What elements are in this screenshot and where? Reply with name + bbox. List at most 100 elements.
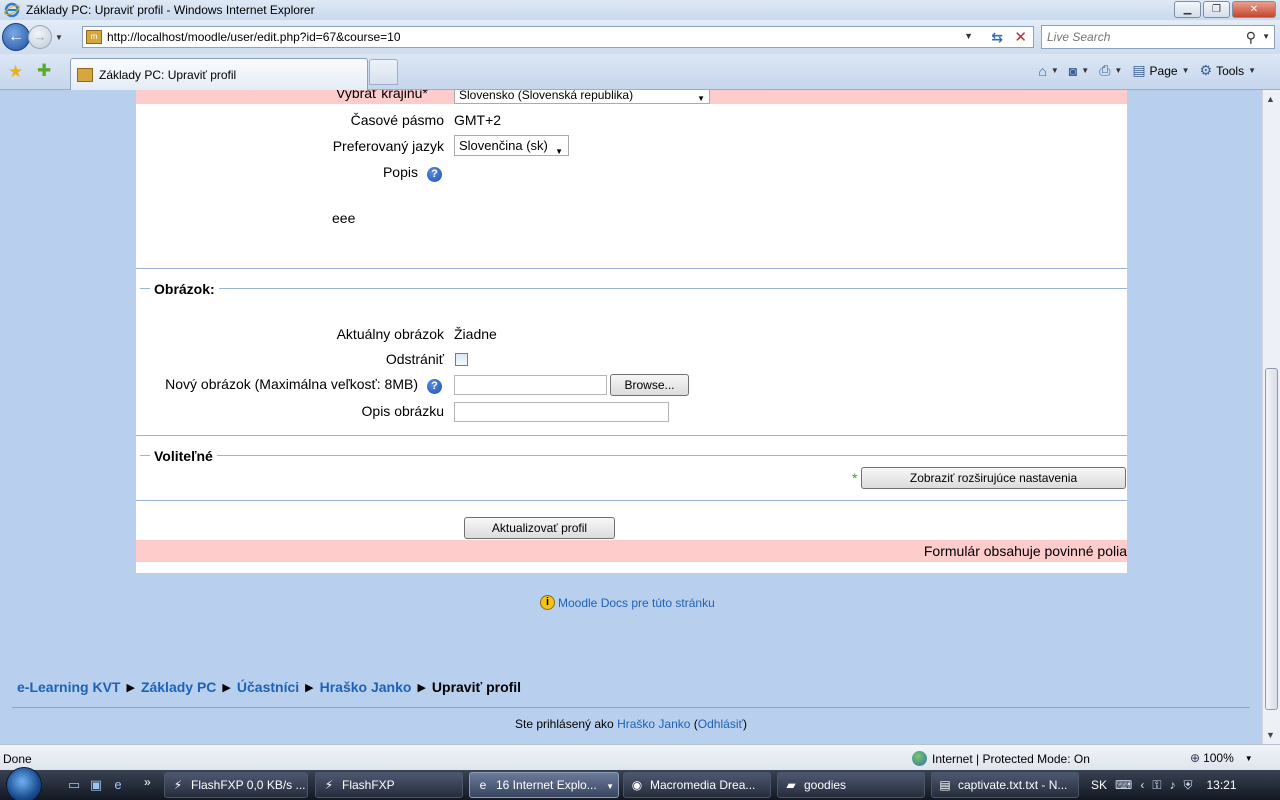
forward-button[interactable]: → — [28, 25, 52, 49]
current-picture-value: Žiadne — [454, 326, 497, 342]
tab-label: Základy PC: Upraviť profil — [99, 67, 237, 82]
maximize-button[interactable]: ❐ — [1203, 1, 1230, 18]
navigation-bar: ← → ▼ m ▼ ⇆ ✕ ⚲ ▼ — [0, 20, 1280, 54]
scroll-down-icon[interactable]: ▼ — [1266, 730, 1275, 740]
task-dreamweaver[interactable]: ◉ Macromedia Drea... — [623, 772, 771, 798]
task-flashfxp-transfer[interactable]: ⚡ FlashFXP 0,0 KB/s ... — [164, 772, 308, 798]
new-picture-file-input[interactable] — [454, 375, 607, 395]
input-language[interactable]: SK — [1091, 778, 1107, 792]
delete-picture-label: Odstrániť — [385, 351, 444, 367]
address-input[interactable] — [107, 30, 967, 44]
picture-fieldset-legend: Obrázok: — [150, 281, 219, 297]
logout-link[interactable]: Odhlásiť — [698, 717, 743, 731]
page-menu[interactable]: ▤ Page ▼ — [1132, 62, 1189, 79]
breadcrumb-item-course[interactable]: Základy PC — [141, 679, 216, 695]
gear-icon: ⚙ — [1199, 62, 1213, 78]
language-label: Preferovaný jazyk — [332, 138, 444, 154]
new-picture-label: Nový obrázok (Maximálna veľkosť: 8MB) — [165, 376, 418, 392]
printer-icon: ⎙ — [1099, 62, 1111, 78]
breadcrumb-item-site[interactable]: e-Learning KVT — [17, 679, 120, 695]
page-viewport: Vybrať krajinu* Slovensko (Slovenská rep… — [0, 90, 1262, 744]
search-input[interactable] — [1047, 30, 1237, 44]
search-icon[interactable]: ⚲ — [1246, 29, 1256, 46]
security-icon[interactable]: ⛨ — [1183, 778, 1192, 793]
print-button[interactable]: ⎙ ▼ — [1099, 62, 1122, 79]
keyboard-icon[interactable]: ⌨ — [1115, 778, 1132, 792]
zoom-control[interactable]: ⊕ 100% ▼ — [1190, 751, 1253, 765]
moodle-docs-link[interactable]: i Moodle Docs pre túto stránku — [540, 595, 715, 610]
window-titlebar: Základy PC: Upraviť profil - Windows Int… — [0, 0, 1280, 20]
home-dropdown-icon: ▼ — [1050, 66, 1059, 75]
tools-dropdown-icon: ▼ — [1248, 66, 1256, 75]
breadcrumb-item-participants[interactable]: Účastníci — [237, 679, 299, 695]
vertical-scrollbar[interactable]: ▲ ▼ — [1262, 90, 1280, 744]
switch-windows-icon[interactable]: ▣ — [88, 777, 104, 793]
show-desktop-icon[interactable]: ▭ — [66, 777, 82, 793]
recent-pages-dropdown[interactable]: ▼ — [55, 33, 63, 42]
volume-icon[interactable]: ♪ — [1169, 778, 1175, 792]
picture-description-label: Opis obrázku — [361, 403, 444, 419]
status-text: Done — [3, 752, 32, 766]
zoom-level: 100% — [1203, 751, 1234, 765]
stop-icon[interactable]: ✕ — [1014, 28, 1027, 46]
country-select[interactable]: Slovensko (Slovenská republika) ▼ — [454, 90, 710, 104]
help-icon[interactable]: ? — [427, 167, 442, 182]
close-button[interactable]: ✕ — [1232, 1, 1276, 18]
login-prefix: Ste prihlásený ako — [515, 717, 614, 731]
scroll-up-icon[interactable]: ▲ — [1266, 94, 1275, 104]
delete-picture-checkbox[interactable] — [455, 353, 468, 366]
internet-explorer-quicklaunch-icon[interactable]: e — [110, 777, 126, 793]
chevron-down-icon: ▼ — [555, 147, 563, 156]
breadcrumb-separator-icon: ▶ — [305, 681, 314, 694]
home-button[interactable]: ⌂ ▼ — [1038, 63, 1058, 79]
tools-menu[interactable]: ⚙ Tools ▼ — [1200, 62, 1257, 79]
new-tab-button[interactable] — [369, 59, 398, 85]
network-icon[interactable]: ⚿ — [1152, 778, 1161, 793]
section-divider — [136, 500, 1127, 501]
zoom-dropdown-icon: ▼ — [1244, 753, 1253, 763]
show-advanced-button[interactable]: Zobraziť rozširujúce nastavenia — [861, 467, 1126, 489]
task-goodies-folder[interactable]: ▰ goodies — [777, 772, 925, 798]
description-value: eee — [332, 210, 356, 226]
tab-current[interactable]: Základy PC: Upraviť profil — [70, 58, 368, 90]
task-internet-explorer[interactable]: e 16 Internet Explo... ▼ — [469, 772, 619, 798]
chevron-down-icon: ▼ — [697, 94, 705, 103]
search-box[interactable]: ⚲ ▼ — [1041, 25, 1275, 49]
favorites-star-icon[interactable]: ★ — [8, 62, 23, 82]
fieldset-border-top — [140, 455, 1127, 456]
fieldset-border-top — [140, 288, 1127, 289]
security-zone[interactable]: Internet | Protected Mode: On — [912, 751, 1090, 766]
notepad-icon: ▤ — [939, 778, 951, 792]
feeds-button[interactable]: ◙ ▼ — [1069, 63, 1089, 79]
minimize-button[interactable]: ▁ — [1174, 1, 1201, 18]
address-dropdown[interactable]: ▼ — [964, 31, 973, 41]
task-flashfxp[interactable]: ⚡ FlashFXP — [315, 772, 463, 798]
picture-description-input[interactable] — [454, 402, 669, 422]
system-clock[interactable]: 13:21 — [1207, 778, 1237, 792]
start-button[interactable] — [6, 767, 42, 800]
timezone-value: GMT+2 — [454, 112, 502, 128]
quicklaunch-more-icon[interactable]: » — [144, 775, 151, 789]
tray-expand-icon[interactable]: ‹ — [1140, 778, 1144, 792]
flashfxp-icon: ⚡ — [173, 778, 183, 792]
moodle-docs-text: Moodle Docs pre túto stránku — [558, 595, 715, 610]
flashfxp-icon: ⚡ — [324, 778, 334, 792]
browse-button[interactable]: Browse... — [610, 374, 689, 396]
logged-user-link[interactable]: Hraško Janko — [617, 717, 690, 731]
breadcrumb-item-user[interactable]: Hraško Janko — [320, 679, 412, 695]
refresh-icon[interactable]: ⇆ — [991, 29, 1003, 46]
address-bar[interactable]: m ▼ ⇆ ✕ — [82, 26, 1034, 48]
security-zone-text: Internet | Protected Mode: On — [932, 751, 1090, 766]
update-profile-button[interactable]: Aktualizovať profil — [464, 517, 615, 539]
task-notepad[interactable]: ▤ captivate.txt.txt - N... — [931, 772, 1079, 798]
add-favorites-icon[interactable]: ✚ — [37, 61, 51, 81]
internet-explorer-icon — [4, 2, 20, 18]
section-divider — [136, 435, 1127, 436]
search-provider-dropdown[interactable]: ▼ — [1262, 32, 1270, 41]
back-button[interactable]: ← — [2, 23, 30, 51]
scroll-thumb[interactable] — [1265, 368, 1278, 710]
advanced-asterisk-icon: * — [852, 470, 858, 486]
language-select[interactable]: Slovenčina (sk) ▼ — [454, 135, 569, 156]
timezone-label: Časové pásmo — [350, 112, 444, 128]
help-icon[interactable]: ? — [427, 379, 442, 394]
